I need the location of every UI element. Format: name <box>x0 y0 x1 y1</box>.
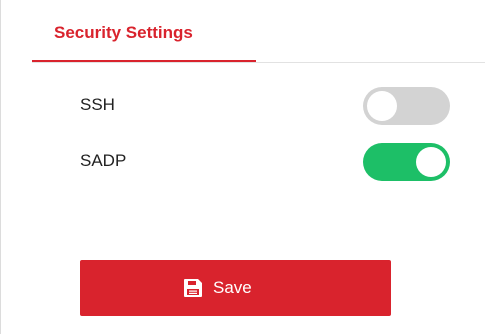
floppy-disk-icon <box>183 278 203 298</box>
save-button-content: Save <box>183 277 252 299</box>
sadp-toggle[interactable] <box>363 143 450 181</box>
tab-label: Security Settings <box>54 23 193 42</box>
sadp-label: SADP <box>80 151 127 170</box>
save-label: Save <box>213 278 252 297</box>
ssh-toggle[interactable] <box>363 87 450 125</box>
security-settings-panel: Security Settings SSH SADP Save <box>0 0 485 334</box>
setting-row-ssh: SSH <box>80 86 450 126</box>
toggle-knob <box>416 147 446 177</box>
save-button[interactable]: Save <box>80 260 391 316</box>
ssh-label: SSH <box>80 95 115 114</box>
setting-row-sadp: SADP <box>80 142 450 182</box>
toggle-knob <box>367 91 397 121</box>
tab-security-settings[interactable]: Security Settings <box>32 0 256 62</box>
tab-bar: Security Settings <box>32 0 485 63</box>
